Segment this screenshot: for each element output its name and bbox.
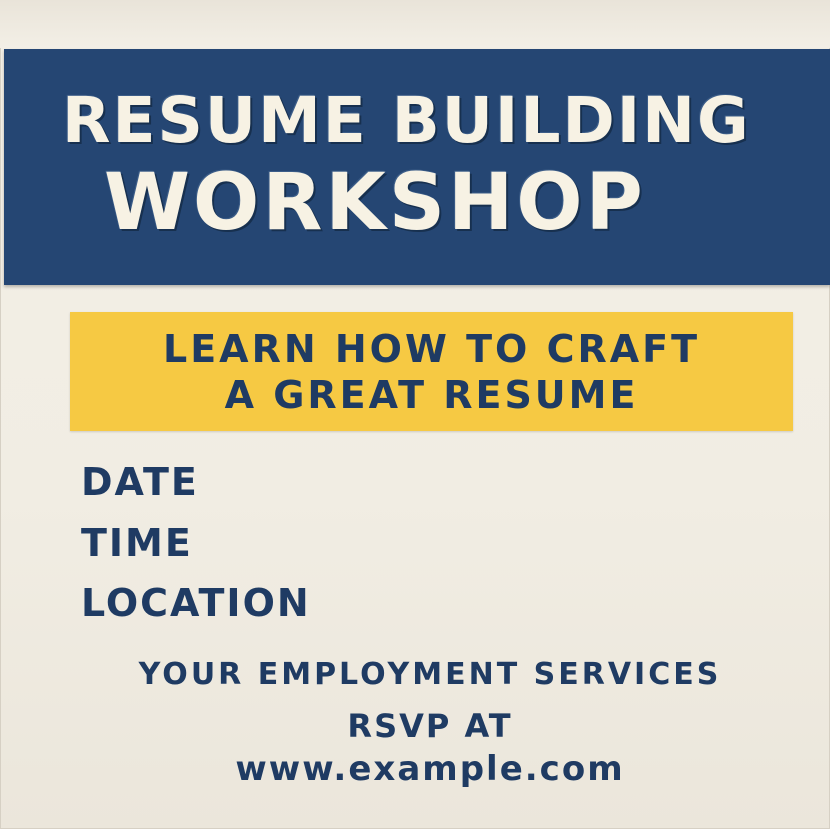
subtitle-line-1: LEARN HOW TO CRAFT bbox=[162, 327, 700, 371]
rsvp-label: RSVP AT bbox=[347, 707, 513, 745]
organizer-name: YOUR EMPLOYMENT SERVICES bbox=[138, 657, 722, 692]
subtitle-line-2: A GREAT RESUME bbox=[224, 373, 639, 417]
time-label: TIME bbox=[81, 521, 193, 565]
title-line-2: WORKSHOP bbox=[104, 158, 646, 248]
rsvp-url[interactable]: www.example.com bbox=[15, 752, 830, 786]
date-label: DATE bbox=[81, 460, 199, 504]
location-label: LOCATION bbox=[81, 581, 311, 625]
workshop-flyer: RESUME BUILDING WORKSHOP LEARN HOW TO CR… bbox=[0, 0, 830, 829]
title-line-1: RESUME BUILDING bbox=[62, 84, 751, 157]
subtitle-box: LEARN HOW TO CRAFT A GREAT RESUME bbox=[70, 312, 793, 431]
